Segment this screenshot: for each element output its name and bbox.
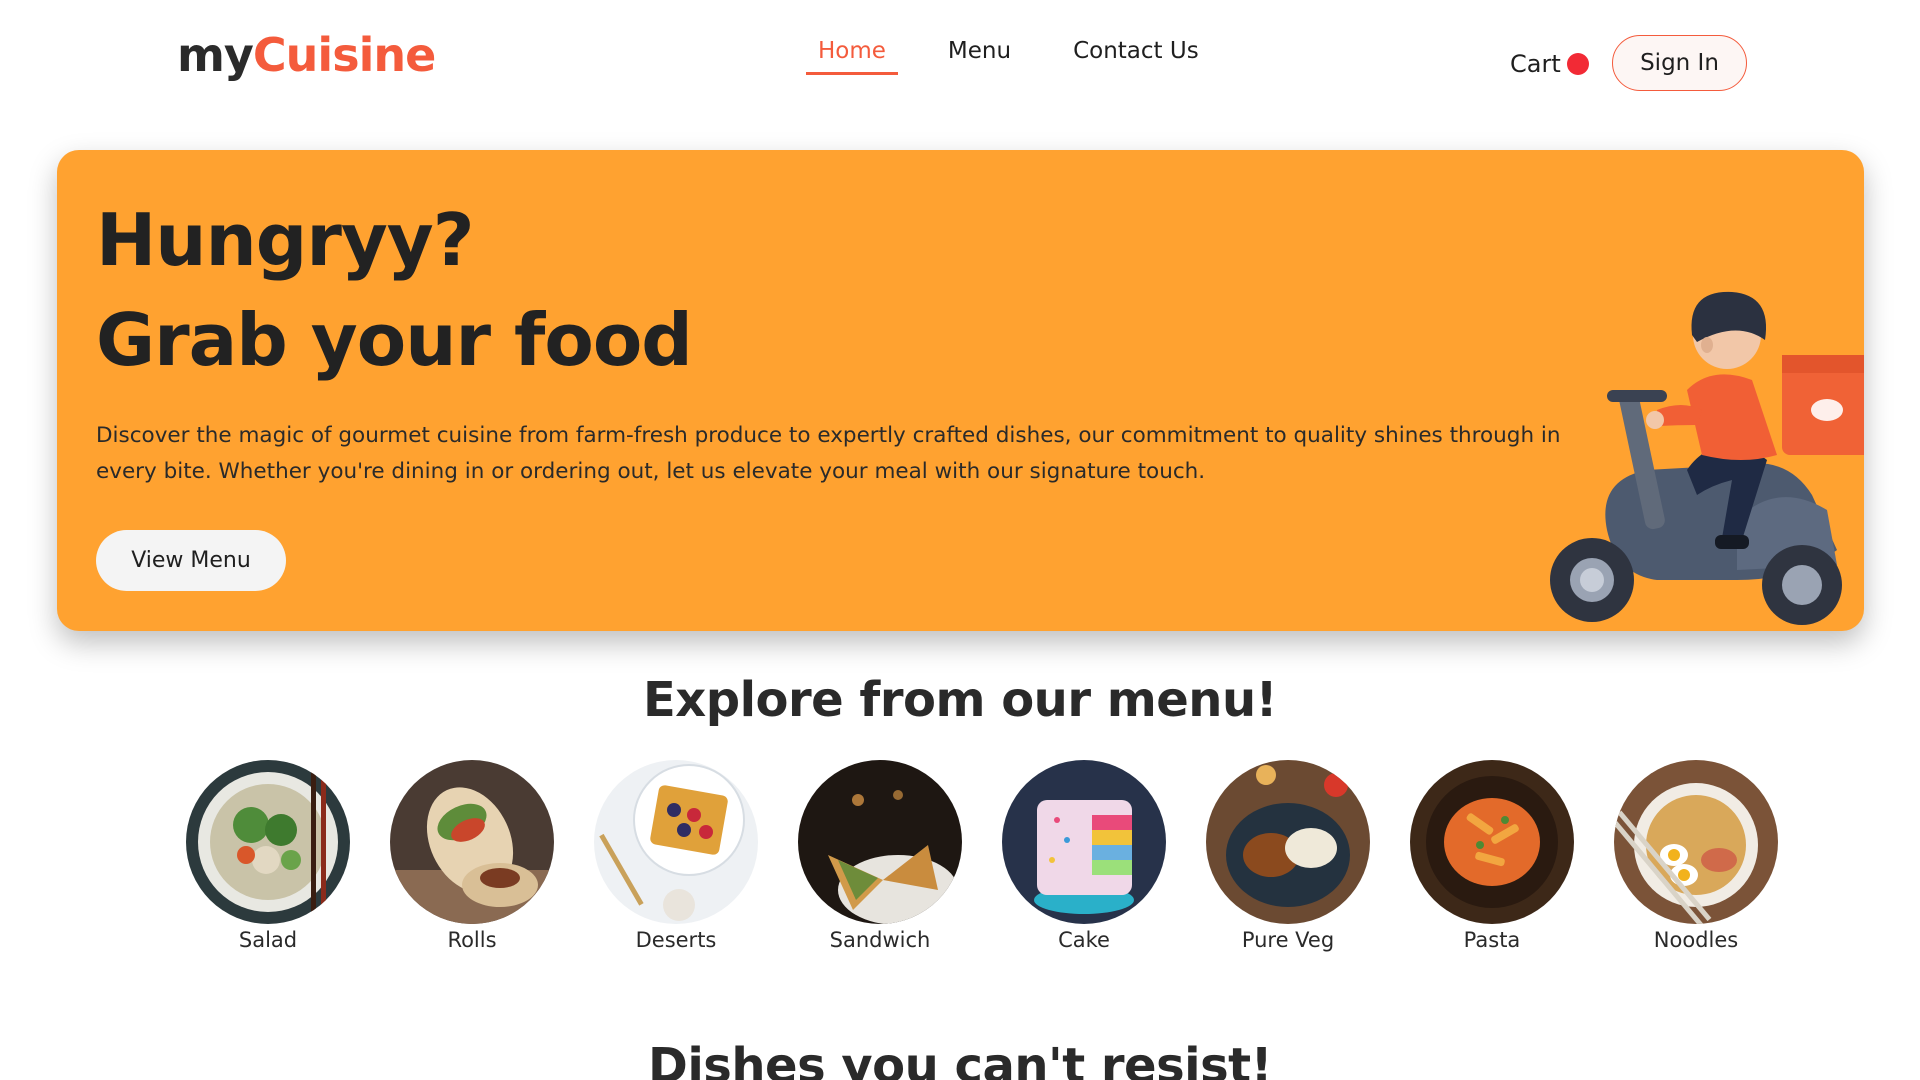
brand-logo[interactable]: myCuisine [177,28,436,82]
menu-category-noodles[interactable]: Noodles [1594,760,1798,952]
cake-image [1002,760,1166,924]
nav-contact-us[interactable]: Contact Us [1061,38,1211,75]
explore-menu-title: Explore from our menu! [642,672,1278,728]
hero-description: Discover the magic of gourmet cuisine fr… [96,423,1561,484]
sign-in-button[interactable]: Sign In [1612,35,1747,91]
menu-category-label: Cake [1058,928,1110,952]
menu-category-pasta[interactable]: Pasta [1390,760,1594,952]
cart-label: Cart [1510,50,1561,78]
main-nav: Home Menu Contact Us [806,38,1211,75]
menu-category-list: Salad Rolls Deserts Sandwich Cake Pure V… [166,760,1798,952]
menu-category-label: Salad [238,928,298,952]
dishes-section-title: Dishes you can't resist! [647,1038,1273,1080]
menu-category-label: Deserts [635,928,717,952]
logo-part-cuisine: Cuisine [252,28,436,82]
hero-banner: Hungryy? Grab your food Discover the mag… [57,150,1864,631]
menu-category-deserts[interactable]: Deserts [574,760,778,952]
sandwich-image [798,760,962,924]
hero-title-line1: Hungryy? [96,198,474,282]
nav-home[interactable]: Home [806,38,898,75]
cart-indicator-dot [1566,53,1589,75]
menu-category-label: Rolls [447,928,497,952]
delivery-scooter-illustration [1550,291,1864,625]
nav-menu[interactable]: Menu [936,38,1023,75]
salad-image [186,760,350,924]
cart-link[interactable]: Cart [1510,50,1589,78]
hero-title-line2: Grab your food [96,298,693,382]
pure-veg-image [1206,760,1370,924]
deserts-image [594,760,758,924]
menu-category-label: Noodles [1653,928,1739,952]
menu-category-pure-veg[interactable]: Pure Veg [1186,760,1390,952]
menu-category-cake[interactable]: Cake [982,760,1186,952]
menu-category-salad[interactable]: Salad [166,760,370,952]
hero-title: Hungryy? Grab your food [96,190,693,390]
pasta-image [1410,760,1574,924]
menu-category-label: Pure Veg [1241,928,1335,952]
menu-category-label: Sandwich [829,928,931,952]
menu-category-label: Pasta [1463,928,1521,952]
rolls-image [390,760,554,924]
menu-category-sandwich[interactable]: Sandwich [778,760,982,952]
noodles-image [1614,760,1778,924]
view-menu-button[interactable]: View Menu [96,530,286,591]
menu-category-rolls[interactable]: Rolls [370,760,574,952]
logo-part-my: my [177,28,254,82]
